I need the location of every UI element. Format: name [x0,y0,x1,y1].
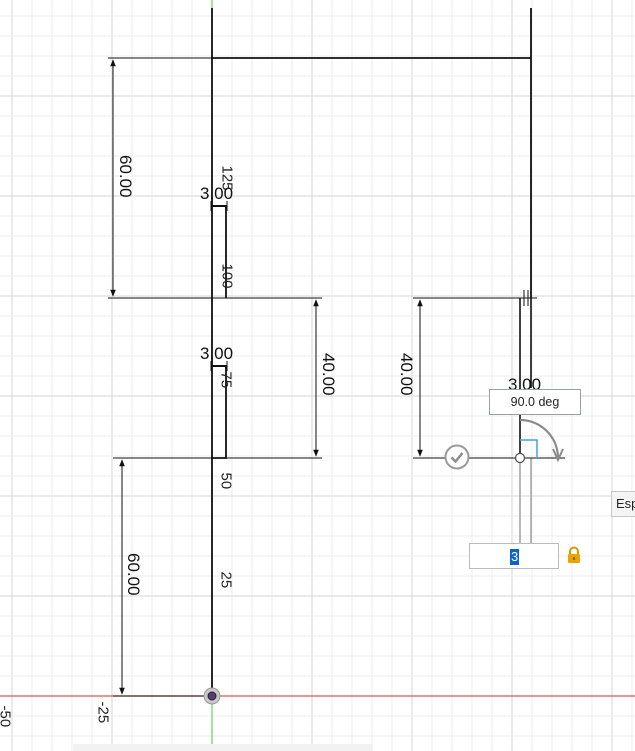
ruler-tick-neg50: -50 [0,705,14,728]
ruler-tick-125: 125 [218,165,236,191]
origin-point-core [207,691,217,701]
endpoint-handle[interactable] [514,452,526,464]
dim-lower-notch-width[interactable]: 3.00 [200,344,233,364]
angle-indicator [519,418,564,463]
dim-left-bottom-height[interactable]: 60.00 [123,553,143,599]
bottom-toolbar-edge [73,744,373,751]
dim-left-top-height[interactable]: 60.00 [115,155,135,201]
side-panel-tab[interactable]: Esp [611,491,635,517]
dim-right-middle-height[interactable]: 40.00 [396,353,416,399]
right-slot-lines [519,458,532,545]
dimension-value-input[interactable]: 3 [469,543,559,569]
dimension-value-selected-text: 3 [510,549,520,565]
angle-readout: 90.0 deg [489,389,581,415]
ruler-tick-100: 100 [218,263,236,289]
check-circle-icon[interactable] [444,444,470,470]
ruler-tick-neg25: -25 [94,701,112,724]
lock-icon[interactable] [566,546,582,564]
dim-middle-height[interactable]: 40.00 [318,353,338,399]
ruler-tick-75: 75 [217,371,235,389]
ruler-tick-50: 50 [217,472,235,490]
ruler-tick-25: 25 [217,571,235,589]
